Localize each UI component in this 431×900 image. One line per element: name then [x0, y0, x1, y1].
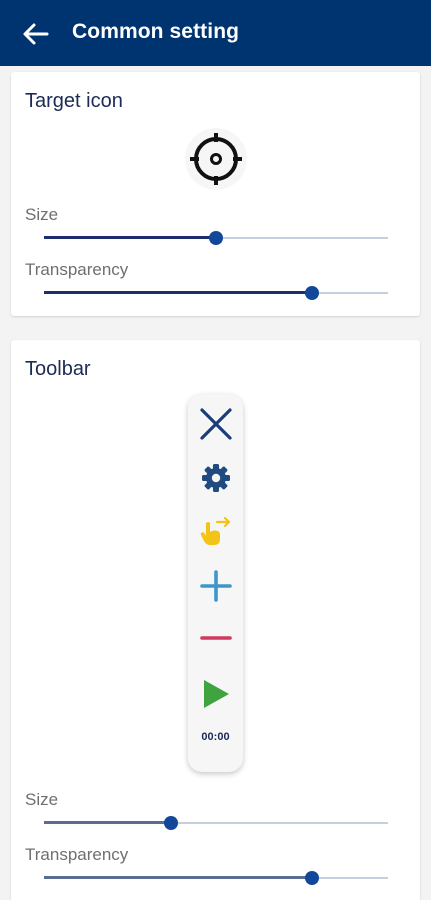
- play-button[interactable]: [188, 674, 243, 714]
- target-transparency-slider[interactable]: [44, 285, 388, 301]
- timer-text: 00:00: [201, 731, 230, 743]
- settings-button[interactable]: [188, 460, 243, 496]
- close-icon: [199, 408, 232, 440]
- target-size-slider[interactable]: [44, 230, 388, 246]
- target-icon-preview: [185, 128, 247, 190]
- plus-icon: [199, 570, 232, 602]
- toolbar-title: Toolbar: [25, 358, 91, 380]
- toolbar-size-label: Size: [25, 790, 59, 809]
- target-size-label: Size: [25, 205, 59, 224]
- toolbar-size-slider[interactable]: [44, 815, 388, 831]
- gear-icon: [201, 464, 230, 492]
- toolbar-transparency-slider[interactable]: [44, 870, 388, 886]
- slider-thumb[interactable]: [209, 231, 223, 245]
- target-icon-title: Target icon: [25, 90, 123, 112]
- page-title: Common setting: [72, 20, 240, 43]
- app-bar: Common setting: [0, 0, 431, 66]
- swipe-button[interactable]: [188, 512, 243, 550]
- add-button[interactable]: [188, 566, 243, 606]
- arrow-left-icon: [23, 23, 49, 45]
- toolbar-transparency-label: Transparency: [25, 845, 129, 864]
- play-icon: [203, 680, 229, 708]
- slider-thumb[interactable]: [305, 286, 320, 300]
- target-icon-card: Target icon Size Transparency: [11, 72, 420, 316]
- toolbar-card: Toolbar 00:00 Size Transparency: [11, 340, 420, 900]
- slider-thumb[interactable]: [305, 871, 320, 885]
- target-transparency-label: Transparency: [25, 260, 129, 279]
- toolbar-preview: 00:00: [188, 394, 243, 772]
- back-button[interactable]: [18, 18, 52, 50]
- crosshair-icon: [190, 133, 242, 185]
- swipe-hand-icon: [200, 516, 230, 545]
- minus-icon: [199, 636, 232, 640]
- close-button[interactable]: [188, 404, 243, 444]
- remove-button[interactable]: [188, 626, 243, 650]
- slider-thumb[interactable]: [164, 816, 179, 830]
